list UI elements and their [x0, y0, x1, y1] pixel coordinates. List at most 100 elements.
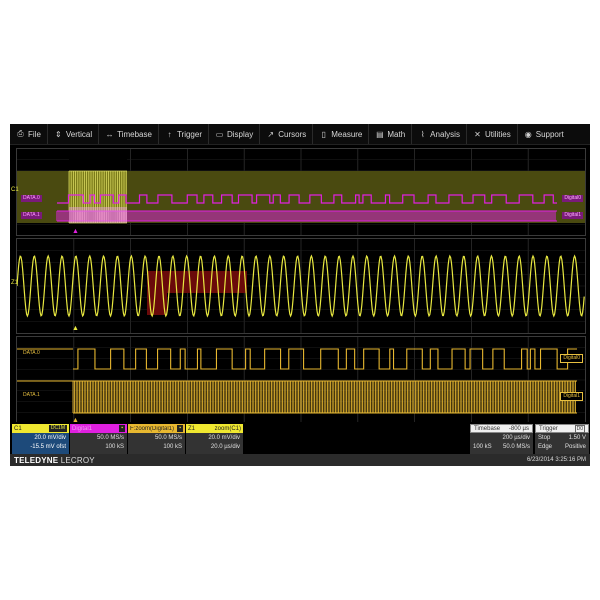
- menu-utilities[interactable]: ✕ Utilities: [467, 124, 518, 144]
- trace-label-data0: DATA.0: [23, 350, 40, 356]
- zoom-overlay: [69, 207, 127, 223]
- menu-label: Vertical: [65, 129, 93, 139]
- brand-light: LECROY: [60, 455, 95, 465]
- digital0-trace: [17, 348, 577, 370]
- menu-file[interactable]: ⎙ File: [10, 124, 48, 144]
- descriptor-c1[interactable]: C1 DC1M 20.0 mV/div -15.5 mV ofst: [12, 424, 69, 454]
- descriptor-body: 50.0 MS/s 100 kS: [128, 433, 185, 454]
- digital-waveform: [17, 337, 585, 423]
- trace-end-digital1: Digital1: [560, 392, 583, 401]
- status-bar: TELEDYNE LECROY 6/23/2014 3:25:16 PM: [10, 454, 590, 466]
- timebase-per-div: 200 µs/div: [502, 435, 530, 441]
- menu-label: Cursors: [278, 129, 307, 139]
- trace-end-digital0: Digital0: [562, 195, 583, 202]
- timebase-label: Timebase: [474, 425, 501, 432]
- support-icon: ◉: [524, 129, 532, 139]
- trigger-slope: Positive: [564, 444, 586, 450]
- descriptor-header: Z1 zoom(C1): [186, 424, 243, 433]
- coupling-badge: DC1M: [48, 425, 67, 432]
- descriptor-z1[interactable]: Z1 zoom(C1) 20.0 mV/div 20.0 µs/div: [186, 424, 243, 454]
- descriptor-source: zoom(C1): [214, 425, 241, 432]
- trace-label-data0: DATA.0: [21, 195, 42, 202]
- timebase-body: 200 µs/div 100 kS 50.0 MS/s: [470, 433, 533, 454]
- oscilloscope-screen: ⎙ File ⇕ Vertical ↔ Timebase ↑ Trigger ▭ Disp…: [10, 124, 590, 466]
- trigger-position-marker: ▲: [72, 228, 79, 235]
- menu-bar: ⎙ File ⇕ Vertical ↔ Timebase ↑ Trigger ▭ Disp…: [10, 124, 590, 145]
- trigger-level: 1.50 V: [568, 435, 586, 441]
- descriptor-digital1[interactable]: Digital1 ▪ 50.0 MS/s 100 kS: [70, 424, 127, 454]
- descriptor-icon: ▪: [119, 425, 125, 432]
- menu-label: Measure: [331, 129, 363, 139]
- menu-vertical[interactable]: ⇕ Vertical: [48, 124, 100, 144]
- descriptor-header: C1 DC1M: [12, 424, 69, 433]
- overview-grid[interactable]: C1 DATA.0 DATA.1 Digital0 Digital1 ▲: [11, 148, 586, 236]
- trace-end-digital0: Digital0: [560, 354, 583, 363]
- trigger-icon: ↑: [167, 129, 172, 139]
- menu-trigger[interactable]: ↑ Trigger: [159, 124, 209, 144]
- descriptor-name: F:zoom(Digital1): [130, 425, 174, 432]
- descriptor-name: Digital1: [72, 425, 93, 432]
- menu-label: Trigger: [176, 129, 202, 139]
- datetime: 6/23/2014 3:25:16 PM: [526, 457, 586, 463]
- utilities-icon: ✕: [474, 129, 481, 139]
- menu-label: Analysis: [430, 129, 460, 139]
- trigger-type: Edge: [538, 444, 553, 450]
- menu-label: Math: [387, 129, 406, 139]
- measure-icon: ▯: [321, 129, 326, 139]
- display-icon: ▭: [215, 129, 224, 139]
- menu-measure[interactable]: ▯ Measure: [313, 124, 370, 144]
- analog-zoom-grid[interactable]: Z1 ▲: [11, 238, 586, 334]
- math-icon: ▤: [376, 129, 384, 139]
- vdiv-value: 20.0 mV/div: [34, 435, 66, 441]
- descriptor-name: C1: [14, 425, 22, 432]
- timebase-icon: ↔: [105, 129, 114, 139]
- descriptor-bar: C1 DC1M 20.0 mV/div -15.5 mV ofst Digital1…: [10, 422, 590, 454]
- descriptor-name: Z1: [188, 425, 196, 432]
- sample-count-value: 100 kS: [105, 444, 124, 450]
- channel-marker-z1: Z1: [11, 280, 19, 286]
- timebase-samples: 100 kS: [473, 444, 492, 450]
- trigger-descriptor[interactable]: Trigger D0 Stop 1.50 V Edge Positive: [535, 424, 589, 454]
- vdiv-value: 20.0 mV/div: [208, 435, 240, 441]
- timebase-descriptor[interactable]: Timebase -800 µs 200 µs/div 100 kS 50.0 MS…: [470, 424, 533, 454]
- trace-end-digital1: Digital1: [562, 212, 583, 219]
- overview-waveform: [17, 149, 585, 235]
- file-icon: ⎙: [17, 129, 24, 138]
- menu-label: File: [28, 129, 41, 139]
- menu-math[interactable]: ▤ Math: [369, 124, 413, 144]
- menu-display[interactable]: ▭ Display: [209, 124, 261, 144]
- menu-analysis[interactable]: ⌇ Analysis: [412, 124, 467, 144]
- trace-label-data1: DATA.1: [23, 392, 40, 398]
- cursors-icon: ↗: [267, 129, 275, 139]
- offset-value: -15.5 mV ofst: [30, 444, 66, 450]
- channel-marker: C1: [11, 187, 19, 193]
- descriptor-fzoom[interactable]: F:zoom(Digital1) ▪ 50.0 MS/s 100 kS: [128, 424, 185, 454]
- descriptor-body: 50.0 MS/s 100 kS: [70, 433, 127, 454]
- trigger-label: Trigger: [539, 425, 558, 432]
- menu-label: Utilities: [484, 129, 511, 139]
- menu-support[interactable]: ◉ Support: [518, 124, 570, 144]
- sample-rate-value: 50.0 MS/s: [96, 435, 124, 441]
- brand-bold: TELEDYNE: [14, 455, 59, 465]
- trace-label-data1: DATA.1: [21, 212, 42, 219]
- analog-waveform: [17, 239, 585, 333]
- digital-zoom-grid[interactable]: DATA.0 DATA.1 Digital0 Digital1 ▲: [16, 336, 586, 424]
- menu-timebase[interactable]: ↔ Timebase: [99, 124, 159, 144]
- digital1-trace: [17, 380, 577, 414]
- trigger-position-marker: ▲: [72, 325, 79, 332]
- vertical-icon: ⇕: [55, 129, 62, 139]
- analysis-icon: ⌇: [420, 129, 425, 139]
- trigger-header: Trigger D0: [535, 424, 589, 433]
- descriptor-body: 20.0 mV/div -15.5 mV ofst: [12, 433, 69, 454]
- descriptor-icon: ▪: [177, 425, 183, 432]
- trigger-body: Stop 1.50 V Edge Positive: [535, 433, 589, 454]
- timebase-header: Timebase -800 µs: [470, 424, 533, 433]
- menu-label: Timebase: [117, 129, 152, 139]
- descriptor-body: 20.0 mV/div 20.0 µs/div: [186, 433, 243, 454]
- timebase-delay: -800 µs: [508, 425, 529, 432]
- menu-cursors[interactable]: ↗ Cursors: [260, 124, 314, 144]
- sample-count-value: 100 kS: [163, 444, 182, 450]
- menu-label: Display: [227, 129, 254, 139]
- menu-label: Support: [535, 129, 564, 139]
- trigger-mode: Stop: [538, 435, 551, 441]
